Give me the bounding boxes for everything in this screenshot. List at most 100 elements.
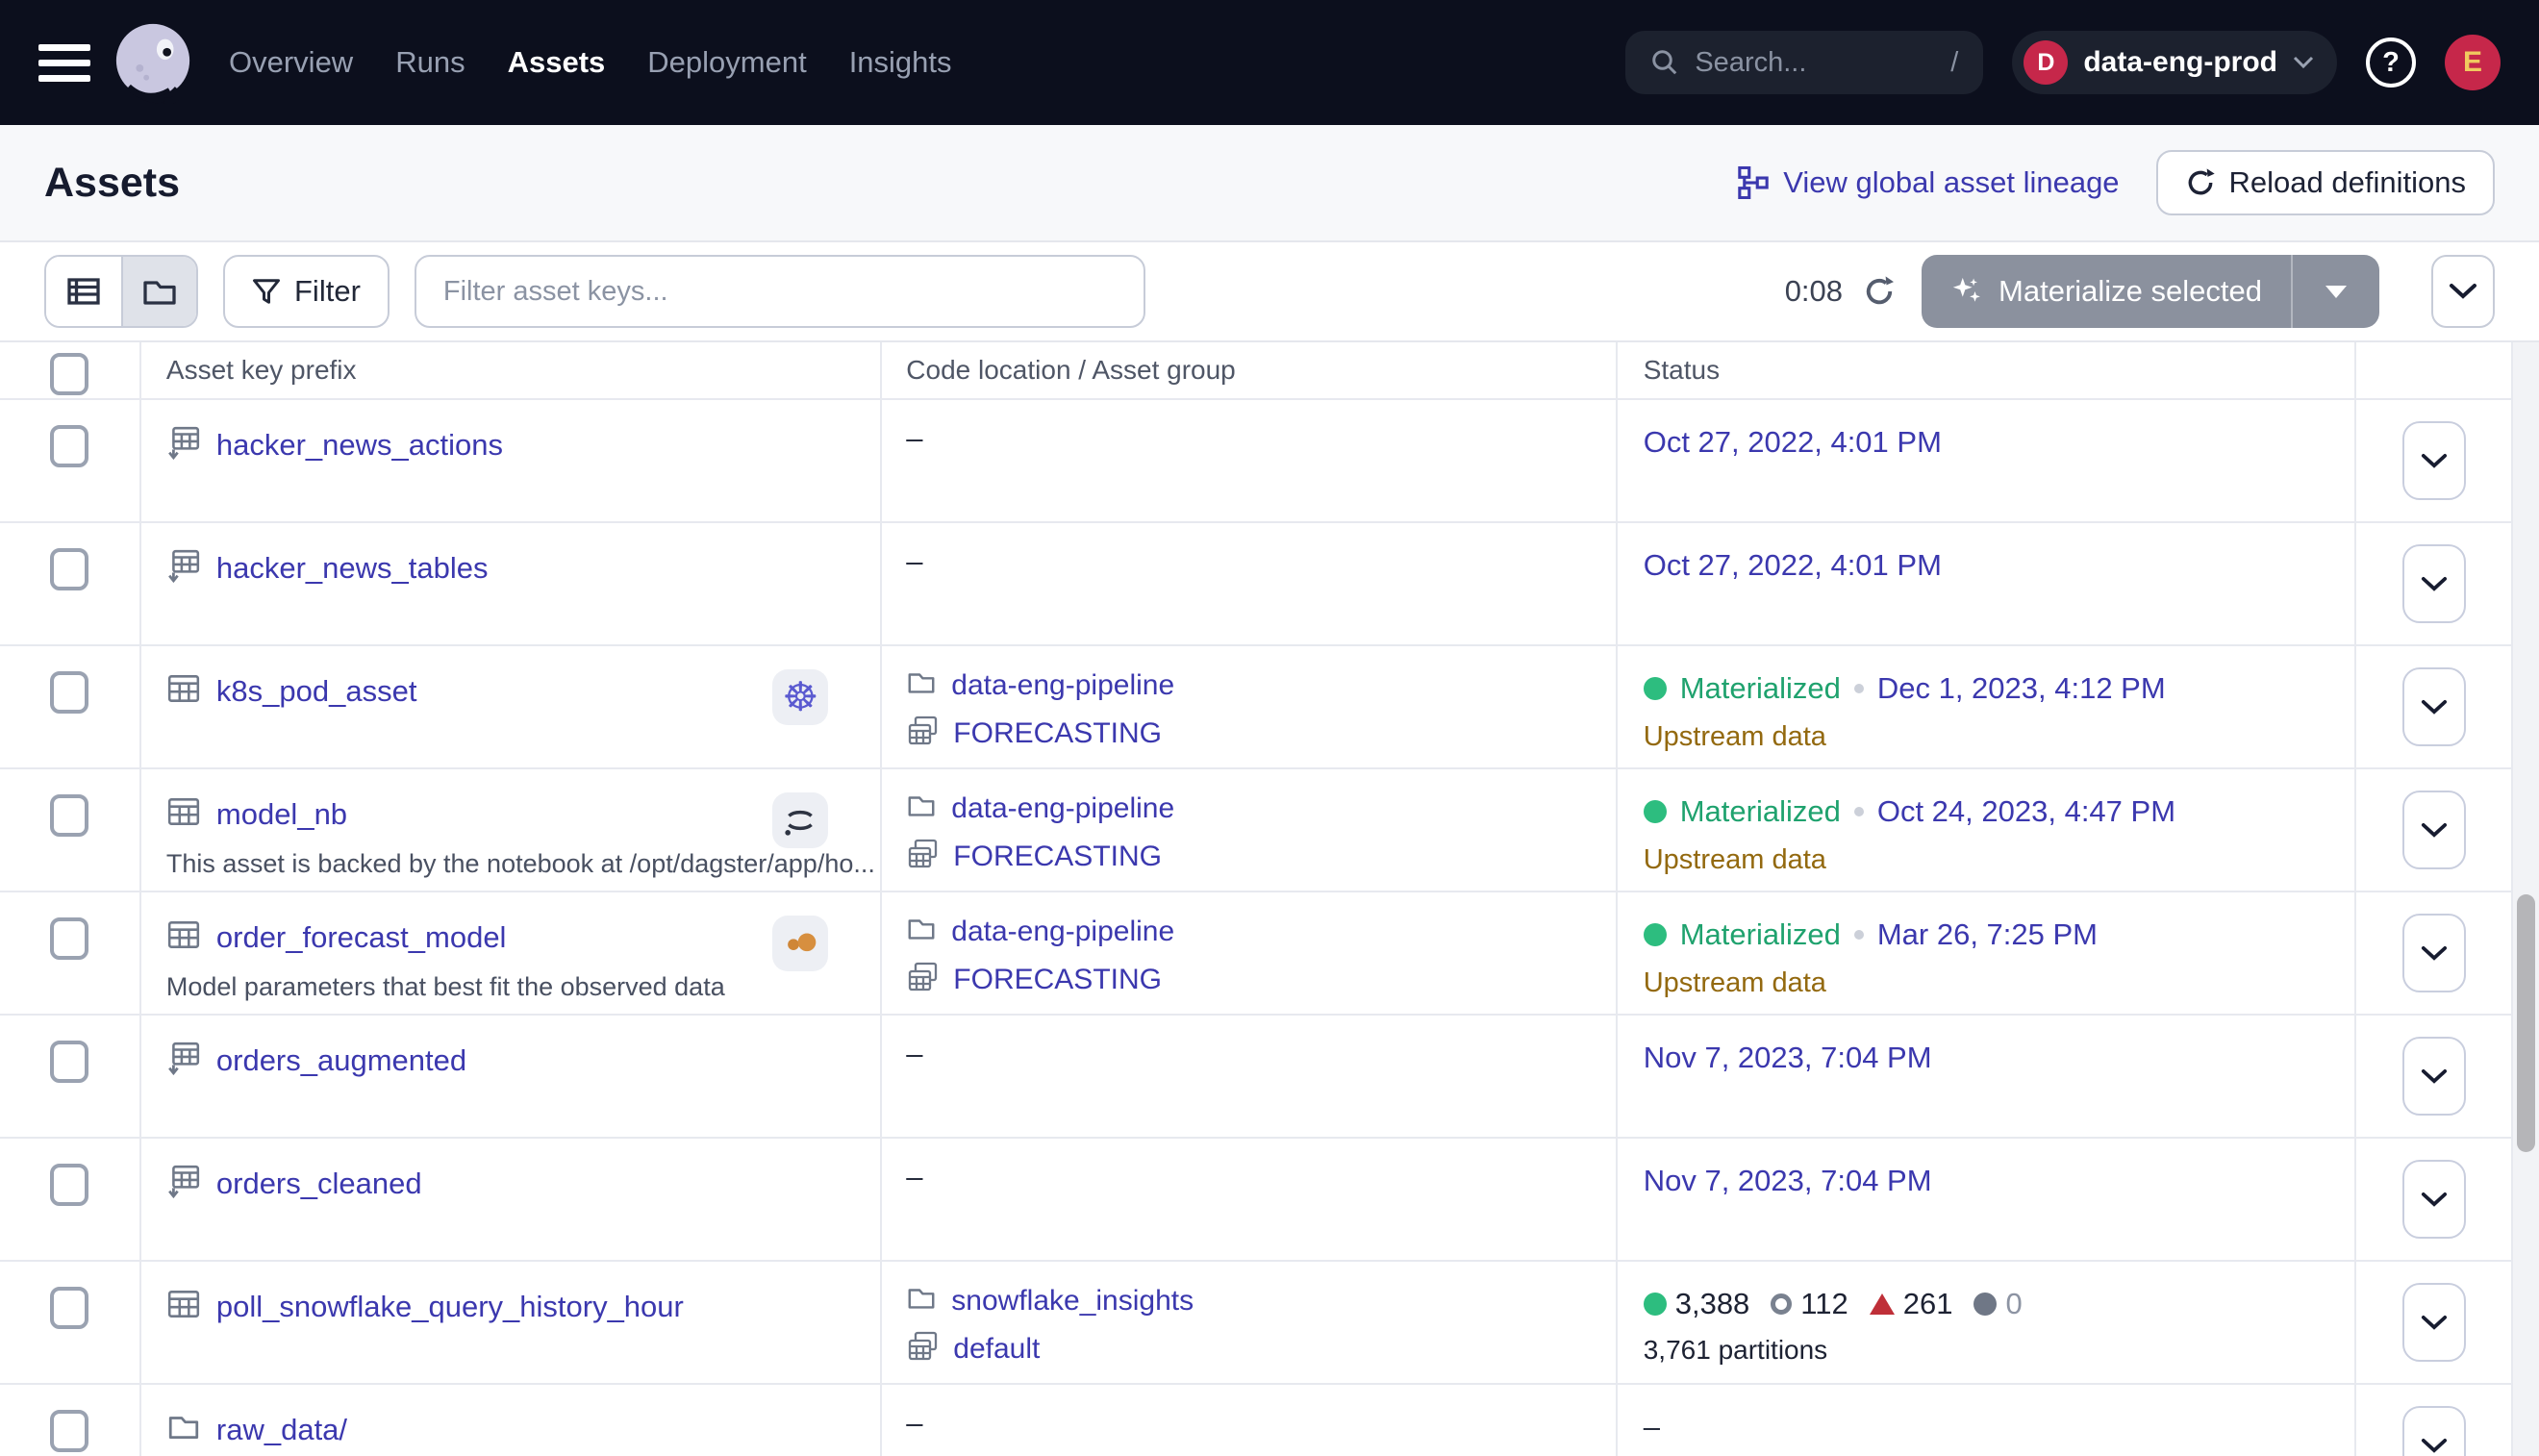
code-location-link[interactable]: data-eng-pipeline: [951, 669, 1174, 702]
row-checkbox[interactable]: [50, 1164, 88, 1206]
asset-group-link[interactable]: FORECASTING: [953, 841, 1162, 873]
row-checkbox[interactable]: [50, 794, 88, 837]
materialization-date-link[interactable]: Oct 27, 2022, 4:01 PM: [1644, 548, 1942, 582]
materialize-dropdown-button[interactable]: [2291, 255, 2379, 328]
materialization-date-link[interactable]: Oct 27, 2022, 4:01 PM: [1644, 425, 1942, 459]
nav-item-runs[interactable]: Runs: [395, 45, 465, 80]
row-checkbox[interactable]: [50, 671, 88, 714]
reload-definitions-button[interactable]: Reload definitions: [2156, 150, 2495, 215]
toolbar-chevron-button[interactable]: [2431, 255, 2495, 328]
table-row: orders_augmented – Nov 7, 2023, 7:04 PM: [0, 1016, 2511, 1139]
folder-icon: [906, 914, 937, 944]
asset-link[interactable]: k8s_pod_asset: [216, 674, 417, 709]
nav-item-assets[interactable]: Assets: [508, 45, 606, 80]
global-search[interactable]: /: [1625, 31, 1983, 94]
asset-group-link[interactable]: default: [953, 1333, 1040, 1366]
filter-asset-keys-input[interactable]: [415, 255, 1145, 328]
asset-link[interactable]: model_nb: [216, 797, 347, 832]
folder-icon: [906, 914, 937, 949]
row-expand-button[interactable]: [2402, 1283, 2466, 1362]
row-checkbox[interactable]: [50, 1041, 88, 1083]
row-expand-button[interactable]: [2402, 1037, 2466, 1116]
row-checkbox[interactable]: [50, 1287, 88, 1329]
nav-item-deployment[interactable]: Deployment: [647, 45, 806, 80]
materialization-date-link[interactable]: Dec 1, 2023, 4:12 PM: [1877, 671, 2166, 706]
select-all-checkbox[interactable]: [50, 353, 88, 395]
materialization-date-link[interactable]: Oct 24, 2023, 4:47 PM: [1877, 794, 2175, 829]
empty-value: –: [906, 1037, 922, 1070]
partition-count-failed: 261: [1870, 1287, 1953, 1321]
separator-dot: [1854, 930, 1864, 940]
asset-link[interactable]: hacker_news_actions: [216, 428, 503, 463]
row-expand-button[interactable]: [2402, 544, 2466, 623]
filter-button[interactable]: Filter: [223, 255, 390, 328]
flat-view-button[interactable]: [46, 257, 121, 326]
asset-group-table-icon: [166, 1164, 201, 1198]
row-expand-button[interactable]: [2402, 667, 2466, 746]
asset-link[interactable]: orders_augmented: [216, 1043, 466, 1078]
search-input[interactable]: [1695, 47, 1935, 79]
code-location-link[interactable]: snowflake_insights: [951, 1285, 1194, 1318]
code-location-link[interactable]: data-eng-pipeline: [951, 916, 1174, 948]
nav-item-insights[interactable]: Insights: [849, 45, 952, 80]
vertical-scrollbar[interactable]: [2513, 342, 2539, 1456]
top-nav: Overview Runs Assets Deployment Insights…: [0, 0, 2539, 125]
column-asset-key-prefix: Asset key prefix: [141, 342, 882, 398]
folder-view-icon: [142, 274, 177, 309]
page-header: Assets View global asset lineage Reload …: [0, 125, 2539, 242]
row-expand-button[interactable]: [2402, 1160, 2466, 1239]
chevron-down-icon: [2421, 822, 2448, 839]
asset-link[interactable]: poll_snowflake_query_history_hour: [216, 1290, 684, 1324]
table-prefix-icon: [166, 1164, 201, 1203]
materialized-dot-icon: [1644, 800, 1667, 823]
chevron-down-icon: [2449, 283, 2477, 300]
asset-link[interactable]: hacker_news_tables: [216, 551, 489, 586]
asset-link[interactable]: orders_cleaned: [216, 1167, 422, 1201]
folder-icon: [166, 1410, 201, 1444]
refresh-icon[interactable]: [1862, 274, 1897, 309]
table-header-row: Asset key prefix Code location / Asset g…: [0, 342, 2511, 400]
empty-value: –: [906, 1406, 922, 1440]
asset-group-link[interactable]: FORECASTING: [953, 717, 1162, 750]
code-location-link[interactable]: data-eng-pipeline: [951, 792, 1174, 825]
materialization-date-link[interactable]: Nov 7, 2023, 7:04 PM: [1644, 1041, 1932, 1074]
list-view-icon: [66, 274, 101, 309]
empty-value: –: [906, 421, 922, 455]
scrollbar-thumb[interactable]: [2517, 894, 2535, 1152]
materialization-date-link[interactable]: Nov 7, 2023, 7:04 PM: [1644, 1164, 1932, 1197]
asset-link[interactable]: order_forecast_model: [216, 920, 507, 955]
lineage-icon: [1737, 166, 1770, 199]
chevron-down-icon: [2421, 453, 2448, 469]
nav-item-overview[interactable]: Overview: [229, 45, 353, 80]
avatar[interactable]: E: [2445, 35, 2501, 90]
directory-view-button[interactable]: [121, 257, 196, 326]
page-title: Assets: [44, 160, 180, 207]
folder-icon: [906, 791, 937, 826]
asset-group-link[interactable]: FORECASTING: [953, 964, 1162, 996]
row-checkbox[interactable]: [50, 548, 88, 590]
upstream-data-note: Upstream data: [1644, 844, 2354, 876]
asset-group-icon: [906, 961, 939, 998]
folder-icon: [906, 791, 937, 821]
refresh-countdown: 0:08: [1785, 274, 1843, 309]
row-expand-button[interactable]: [2402, 791, 2466, 869]
chevron-down-icon: [2421, 1192, 2448, 1208]
table-row: hacker_news_actions – Oct 27, 2022, 4:01…: [0, 400, 2511, 523]
row-expand-button[interactable]: [2402, 914, 2466, 992]
chevron-down-icon: [2421, 945, 2448, 962]
chevron-down-icon: [2421, 699, 2448, 715]
row-checkbox[interactable]: [50, 425, 88, 467]
row-expand-button[interactable]: [2402, 421, 2466, 500]
materialization-date-link[interactable]: Mar 26, 7:25 PM: [1877, 917, 2098, 952]
menu-icon[interactable]: [38, 44, 90, 82]
asset-link[interactable]: raw_data/: [216, 1413, 347, 1447]
row-checkbox[interactable]: [50, 917, 88, 960]
partition-count-materializing: 0: [1973, 1287, 2022, 1321]
materialize-selected-button[interactable]: Materialize selected: [1922, 255, 2379, 328]
row-checkbox[interactable]: [50, 1410, 88, 1452]
help-icon[interactable]: ?: [2366, 38, 2416, 88]
view-toggle: [44, 255, 198, 328]
view-global-asset-lineage-link[interactable]: View global asset lineage: [1737, 165, 2119, 200]
deployment-switcher[interactable]: D data-eng-prod: [2012, 31, 2337, 94]
row-expand-button[interactable]: [2402, 1406, 2466, 1456]
